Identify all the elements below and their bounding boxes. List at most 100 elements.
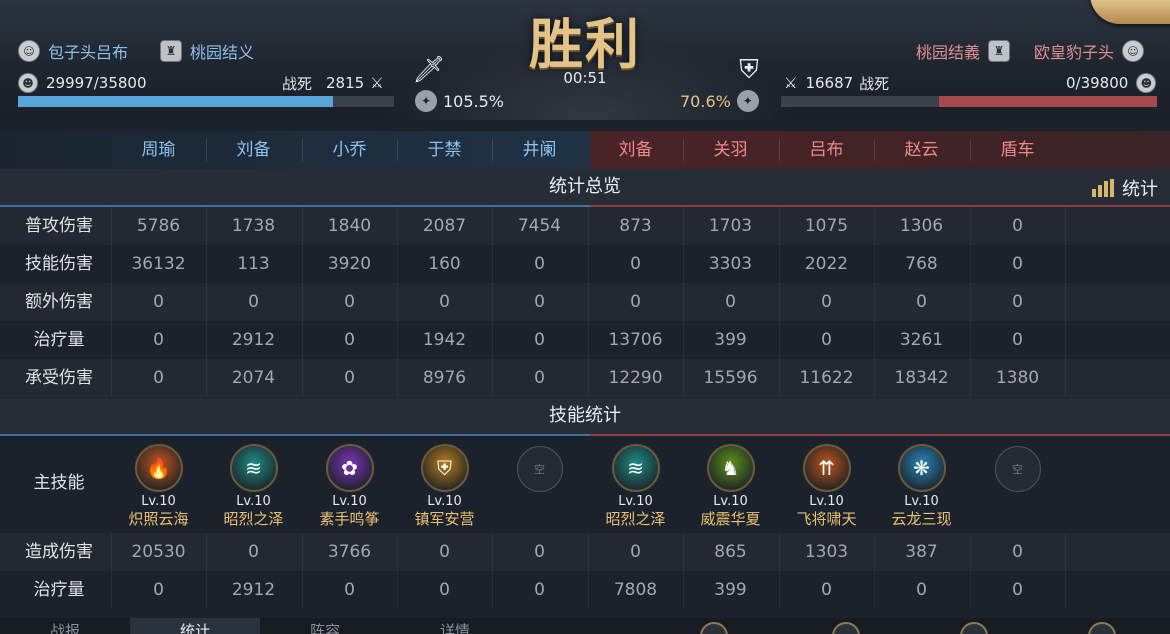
close-corner-ornament[interactable] [1090,0,1170,24]
right-troops: 0/39800 [1066,74,1129,92]
stat-row: 额外伤害 0 0 0 0 0 0 0 0 0 0 [0,283,1170,321]
stats-button[interactable]: 统计 [1092,175,1158,201]
general-tab[interactable]: 关羽 [683,131,778,169]
left-deaths-value: 2815 [326,74,365,92]
general-portrait-icon[interactable] [832,622,860,634]
column-divider [206,533,207,609]
skill-name: 素手鸣筝 [319,510,380,528]
water-icon: ≋ [229,444,278,492]
column-divider [874,533,875,609]
bottom-tab[interactable]: 阵容 [260,618,390,634]
stat-value: 1380 [995,368,1040,388]
skill-slot[interactable]: ⇈ Lv.10 飞将啸天 [779,444,874,532]
stat-value: 399 [714,330,747,350]
shield-icon: ⛨ [739,54,759,85]
stat-value: 1303 [804,542,849,562]
left-player-name[interactable]: 包子头吕布 [48,39,128,63]
skill-name: 镇军安营 [414,510,475,528]
column-divider [970,533,971,609]
stat-value: 0 [439,580,450,600]
stat-value: 0 [916,580,927,600]
general-tab[interactable]: 吕布 [779,131,874,169]
column-divider [397,207,398,397]
stat-value: 20530 [131,542,186,562]
stat-value: 0 [1012,254,1023,274]
player-avatar-icon: ☺ [1122,40,1145,62]
sword-icon: 🗡 [412,55,446,85]
general-separator [302,139,303,161]
skill-slot[interactable]: ⛨ Lv.10 镇军安营 [397,444,492,532]
general-separator [683,139,684,161]
general-tab[interactable]: 盾车 [970,131,1065,169]
stat-row-label: 额外伤害 [25,292,93,312]
skill-name: 昭烈之泽 [605,510,666,528]
stat-value: 0 [1012,580,1023,600]
general-tab[interactable]: 周瑜 [111,131,206,169]
general-tab[interactable]: 刘备 [206,131,301,169]
skill-slot[interactable]: ≋ Lv.10 昭烈之泽 [588,444,683,532]
stat-value: 1306 [899,216,944,236]
skill-level: Lv.10 [809,494,844,509]
general-tab[interactable]: 小乔 [302,131,397,169]
dragon-icon: ❋ [897,444,946,492]
general-portrait-icon[interactable] [960,622,988,634]
stat-value: 1738 [231,216,276,236]
column-divider [874,207,875,397]
generals-header: 周瑜 刘备 小乔 于禁 井阑 刘备 关羽 吕布 赵云 盾车 [0,131,1170,169]
right-bonus-value: 70.6% [680,91,731,111]
stat-value: 0 [725,292,736,312]
stat-value: 0 [534,580,545,600]
skill-level: Lv.10 [236,494,271,509]
skill-level: Lv.10 [904,494,939,509]
stat-value: 0 [439,292,450,312]
bottom-tab-bar: 战报 统计 阵容 详情 [0,618,1170,634]
stat-value: 12290 [608,368,663,388]
stat-value: 0 [821,330,832,350]
bottom-tab[interactable]: 详情 [390,618,520,634]
bottom-tab[interactable]: 战报 [0,618,130,634]
skill-slot[interactable]: ✿ Lv.10 素手鸣筝 [302,444,397,532]
general-portrait-icon[interactable] [700,622,728,634]
general-tab[interactable]: 赵云 [874,131,969,169]
right-alliance-name[interactable]: 桃园结義 [916,39,980,63]
stat-value: 8976 [422,368,467,388]
battle-header: 胜利 00:51 ☺ 包子头吕布 ♜ 桃园结义 ☻ 29997/35800 战死… [0,0,1170,120]
right-player-name[interactable]: 欧皇豹子头 [1034,39,1114,63]
general-tab[interactable]: 刘备 [588,131,683,169]
stat-value: 0 [1012,330,1023,350]
skill-slot[interactable]: 空 [492,444,587,532]
stat-row: 造成伤害 20530 0 3766 0 0 0 865 1303 387 0 [0,533,1170,571]
stat-value: 0 [821,580,832,600]
left-bonus: ✦ 105.5% [415,90,504,112]
stat-value: 1703 [708,216,753,236]
stat-row: 承受伤害 0 2074 0 8976 0 12290 15596 11622 18342 1380 [0,359,1170,397]
skill-slot[interactable]: ❋ Lv.10 云龙三现 [874,444,969,532]
bottom-tab[interactable]: 统计 [130,618,260,634]
left-alliance-name[interactable]: 桃园结义 [190,39,254,63]
skill-slot[interactable]: ≋ Lv.10 昭烈之泽 [206,444,301,532]
column-divider [492,207,493,397]
general-portrait-icon[interactable] [1088,622,1116,634]
right-troop-row: 0/39800 ☻ [1066,72,1157,94]
stat-value: 7808 [613,580,658,600]
skill-level: Lv.10 [427,494,462,509]
skill-slot[interactable]: 🔥 Lv.10 炽照云海 [111,444,206,532]
stat-value: 399 [714,580,747,600]
stat-value: 3920 [327,254,372,274]
alliance-banner-icon: ♜ [160,40,183,62]
general-tab[interactable]: 于禁 [397,131,492,169]
stat-row: 治疗量 0 2912 0 0 0 7808 399 0 0 0 [0,571,1170,609]
stat-value: 0 [916,292,927,312]
column-divider [683,533,684,609]
general-tab[interactable]: 井阑 [492,131,587,169]
stat-value: 0 [248,542,259,562]
skill-slot[interactable]: 空 [970,444,1065,532]
skill-row-label: 治疗量 [33,580,85,600]
skill-slot[interactable]: ♞ Lv.10 威震华夏 [683,444,778,532]
stat-value: 0 [534,330,545,350]
stat-value: 0 [821,292,832,312]
fire-icon: 🔥 [134,444,183,492]
general-separator [874,139,875,161]
right-deaths-value: 16687 [805,74,854,92]
column-divider [492,533,493,609]
